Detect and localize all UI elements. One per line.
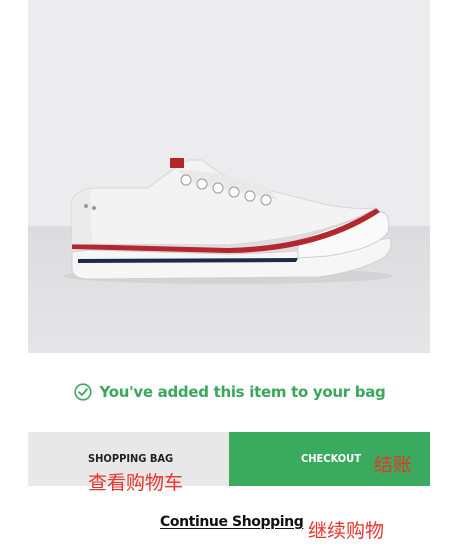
check-circle-icon [73, 383, 92, 401]
checkout-label: CHECKOUT [301, 452, 361, 465]
checkout-translation: 结账 [374, 454, 413, 476]
sneaker-illustration [63, 158, 393, 284]
shopping-bag-label: SHOPPING BAG [88, 452, 174, 465]
product-image [28, 0, 430, 353]
confirmation-message: You've added this item to your bag [99, 383, 386, 401]
added-to-bag-confirmation: You've added this item to your bag [0, 381, 459, 403]
continue-shopping-translation: 继续购物 [308, 520, 385, 542]
shopping-bag-translation: 查看购物车 [88, 472, 184, 494]
continue-shopping-link[interactable]: Continue Shopping [160, 514, 304, 530]
